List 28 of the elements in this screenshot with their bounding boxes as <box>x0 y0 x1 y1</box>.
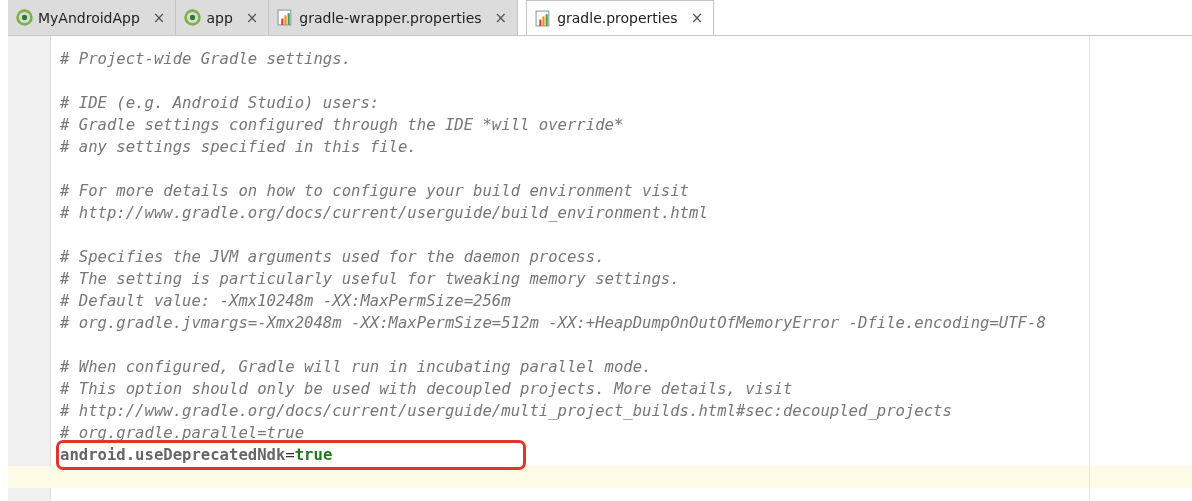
code-comment: # any settings specified in this file. <box>60 138 417 156</box>
close-tab-button[interactable]: × <box>494 8 508 27</box>
code-comment: # When configured, Gradle will run in incubating parallel mode. <box>60 358 652 376</box>
code-comment: # This option should only be used with decoupled projects. More details, visit <box>60 380 793 398</box>
close-tab-button[interactable]: × <box>690 9 704 27</box>
code-comment: # Project-wide Gradle settings. <box>60 50 352 68</box>
editor-tab[interactable]: gradle-wrapper.properties × <box>269 0 519 35</box>
code-comment: # http://www.gradle.org/docs/current/userguide/build_environment.html <box>60 204 708 222</box>
code-comment: # Specifies the JVM arguments used for the daemon process. <box>60 248 605 266</box>
code-comment: # Gradle settings configured through the IDE *will override* <box>60 116 624 134</box>
close-tab-button[interactable]: × <box>245 8 259 27</box>
code-comment: # org.gradle.jvmargs=-Xmx2048m -XX:MaxPermSize=512m -XX:+HeapDumpOnOutOfMemoryError -Dfile.encoding=UTF-8 <box>60 314 1046 332</box>
code-comment: # For more details on how to configure your build environment visit <box>60 182 689 200</box>
tab-label: gradle.properties <box>557 10 678 26</box>
code-comment: # IDE (e.g. Android Studio) users: <box>60 94 380 112</box>
code-comment: # http://www.gradle.org/docs/current/userguide/multi_project_builds.html#sec:decoupled_projects <box>60 402 952 420</box>
editor-tab[interactable]: MyAndroidApp × <box>8 0 177 35</box>
editor-tab[interactable]: gradle.properties × <box>526 0 715 35</box>
tab-label: app <box>206 9 233 26</box>
module-icon <box>16 9 33 26</box>
code-comment: # org.gradle.parallel=true <box>60 424 305 442</box>
module-icon <box>184 9 202 26</box>
tab-label: gradle-wrapper.properties <box>299 9 482 26</box>
editor-tab[interactable]: app × <box>176 0 270 35</box>
code-comment: # The setting is particularly useful for tweaking memory settings. <box>60 270 680 288</box>
close-tab-button[interactable]: × <box>152 8 166 27</box>
code-comment: # Default value: -Xmx10248m -XX:MaxPermSize=256m <box>60 292 511 310</box>
tab-label: MyAndroidApp <box>38 9 140 26</box>
